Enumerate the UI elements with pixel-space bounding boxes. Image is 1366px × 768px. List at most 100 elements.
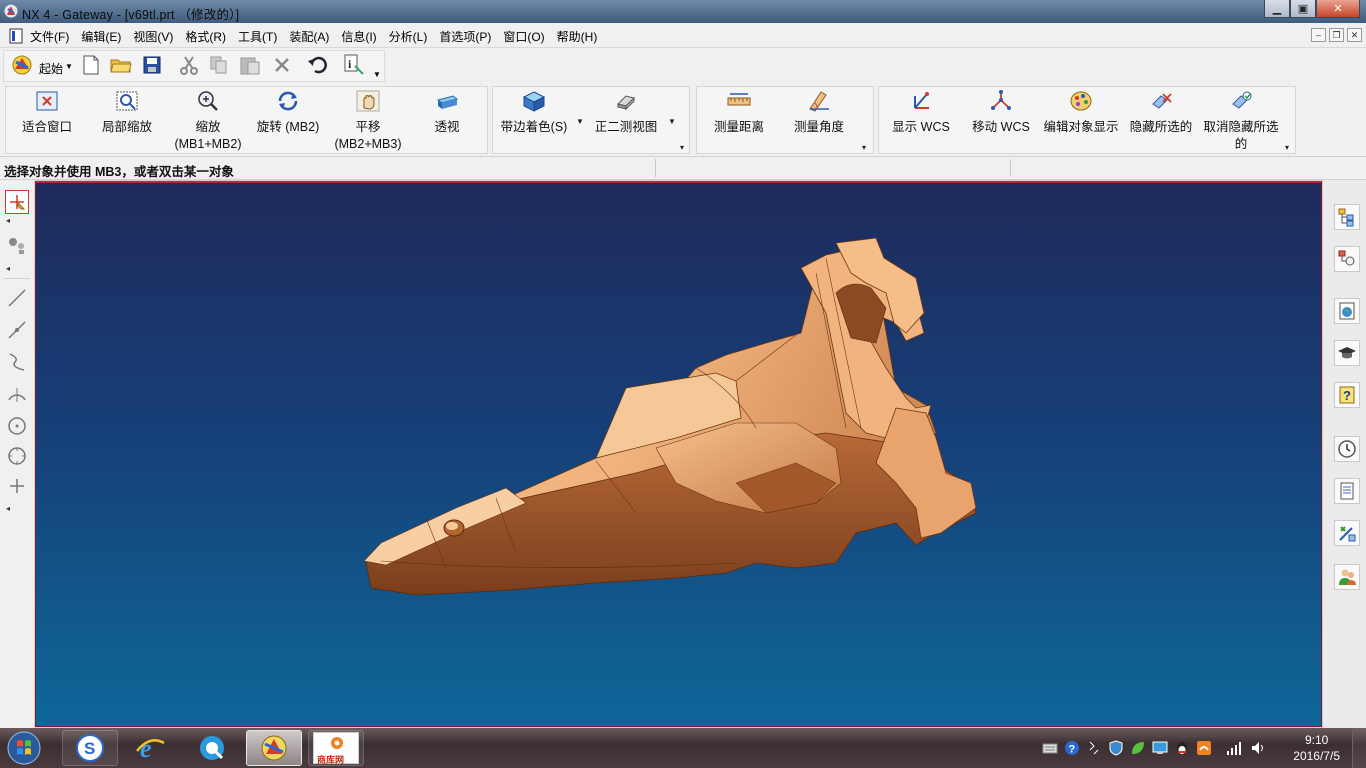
close-button[interactable]: ✕ (1316, 0, 1360, 18)
help-tray-icon[interactable]: ? (1064, 740, 1080, 756)
start-button[interactable]: 起始 (39, 60, 63, 77)
maximize-button[interactable]: ▣ (1290, 0, 1316, 18)
copy-icon[interactable] (207, 54, 231, 76)
roles-edit-icon[interactable] (1334, 520, 1360, 546)
new-icon[interactable] (79, 54, 103, 76)
menu-assemblies[interactable]: 装配(A) (289, 28, 329, 45)
line-by-points-icon[interactable] (5, 318, 29, 342)
circle-icon[interactable] (5, 414, 29, 438)
fit-label: 适合窗口 (21, 120, 72, 134)
delete-icon[interactable] (270, 54, 294, 76)
snap-point-icon[interactable] (5, 234, 29, 258)
view-orientation-dropdown-icon[interactable]: ▼ (668, 117, 676, 126)
snap-dropdown-icon[interactable]: ◂ (6, 264, 10, 273)
menu-format[interactable]: 格式(R) (185, 28, 226, 45)
menu-view[interactable]: 视图(V) (133, 28, 173, 45)
show-desktop-button[interactable] (1352, 728, 1366, 768)
line-icon[interactable] (5, 286, 29, 310)
unhide-button[interactable]: 取消隐藏所选的 (1202, 84, 1280, 152)
leaf-icon[interactable] (1130, 740, 1146, 756)
curve-dropdown-icon[interactable]: ◂ (6, 504, 10, 513)
menu-file[interactable]: 文件(F) (30, 28, 69, 45)
menu-tools[interactable]: 工具(T) (238, 28, 277, 45)
display-icon[interactable] (1152, 740, 1168, 756)
menu-preferences[interactable]: 首选项(P) (439, 28, 491, 45)
measure-angle-button[interactable]: 测量角度 (786, 84, 852, 152)
spline-icon[interactable] (5, 350, 29, 374)
keyboard-icon[interactable] (1042, 740, 1058, 756)
hide-button[interactable]: 隐藏所选的 (1128, 84, 1194, 152)
roles-icon[interactable] (1334, 564, 1360, 590)
menu-edit[interactable]: 编辑(E) (81, 28, 121, 45)
analysis-toolbar-options-icon[interactable]: ▾ (862, 143, 866, 152)
select-dropdown-icon[interactable]: ◂ (6, 216, 10, 225)
document-icon[interactable] (9, 28, 23, 44)
menu-help[interactable]: 帮助(H) (557, 28, 598, 45)
system-tray: ? 9:10 2016/7/5 (1040, 728, 1366, 768)
bucket-tooth-model[interactable] (36, 183, 1323, 729)
show-wcs-button[interactable]: 显示 WCS (888, 84, 954, 152)
qq-icon[interactable] (1174, 740, 1190, 756)
menu-information[interactable]: 信息(I) (341, 28, 376, 45)
ie-taskbar-button[interactable]: e (122, 730, 178, 766)
paste-icon[interactable] (238, 54, 262, 76)
nx-taskbar-button[interactable] (246, 730, 302, 766)
select-filter-icon[interactable] (5, 190, 29, 214)
graphics-window[interactable] (35, 181, 1322, 727)
pan-button[interactable]: 平移 (MB2+MB3) (330, 84, 406, 152)
menu-window[interactable]: 窗口(O) (503, 28, 544, 45)
doc-minimize-button[interactable]: – (1311, 28, 1326, 42)
signal-icon[interactable] (1226, 740, 1242, 756)
save-icon[interactable] (140, 54, 164, 76)
nx-app-icon[interactable] (3, 3, 19, 19)
start-icon[interactable] (10, 54, 34, 76)
minimize-button[interactable]: ▁ (1264, 0, 1290, 18)
start-dropdown-icon[interactable]: ▼ (65, 62, 73, 71)
volume-icon[interactable] (1250, 740, 1266, 756)
zoom-button[interactable]: 缩放 (MB1+MB2) (170, 84, 246, 152)
doc-close-button[interactable]: ✕ (1347, 28, 1362, 42)
training-icon[interactable] (1334, 340, 1360, 366)
fit-button[interactable]: 适合窗口 (16, 84, 78, 152)
info-icon[interactable]: i (342, 54, 366, 76)
web-browser-icon[interactable] (1334, 298, 1360, 324)
cut-icon[interactable] (177, 54, 201, 76)
shangku-taskbar-button[interactable]: 商库网 (308, 730, 364, 766)
clock-time: 9:10 (1304, 733, 1329, 747)
model-body[interactable] (363, 237, 977, 596)
zoom-icon (198, 91, 218, 111)
undo-icon[interactable] (306, 54, 330, 76)
point-icon[interactable] (5, 474, 29, 498)
info-dropdown-icon[interactable]: ▼ (373, 70, 381, 79)
zoom-region-button[interactable]: 局部缩放 (96, 84, 158, 152)
circle-3pt-icon[interactable] (5, 444, 29, 468)
measure-distance-button[interactable]: 测量距离 (706, 84, 772, 152)
render-style-dropdown-icon[interactable]: ▼ (576, 117, 584, 126)
measure-distance-icon (727, 93, 751, 106)
perspective-button[interactable]: 透视 (420, 84, 474, 152)
part-navigator-icon[interactable] (1334, 246, 1360, 272)
shaded-edges-button[interactable]: 带边着色(S) (500, 84, 568, 152)
rotate-button[interactable]: 旋转 (MB2) (253, 84, 323, 152)
history-icon[interactable] (1334, 436, 1360, 462)
browser-taskbar-button[interactable] (184, 730, 240, 766)
utility-toolbar-options-icon[interactable]: ▾ (1285, 143, 1289, 152)
edit-display-button[interactable]: 编辑对象显示 (1042, 84, 1120, 152)
system-materials-icon[interactable] (1334, 478, 1360, 504)
start-orb[interactable] (4, 729, 44, 767)
measure-angle-icon (809, 91, 829, 112)
help-icon[interactable]: ? (1334, 382, 1360, 408)
view-toolbar-options-icon[interactable]: ▾ (680, 143, 684, 152)
assembly-navigator-icon[interactable] (1334, 204, 1360, 230)
menu-analysis[interactable]: 分析(L) (389, 28, 428, 45)
open-icon[interactable] (109, 54, 133, 76)
arc-icon[interactable] (5, 382, 29, 406)
app-tray-icon[interactable] (1196, 740, 1212, 756)
clock[interactable]: 9:10 2016/7/5 (1293, 732, 1340, 764)
network-status-icon[interactable] (1086, 740, 1102, 756)
sogou-taskbar-button[interactable]: S (62, 730, 118, 766)
dimetric-button[interactable]: 正二测视图 (592, 84, 660, 152)
security-shield-icon[interactable] (1108, 740, 1124, 756)
move-wcs-button[interactable]: 移动 WCS (968, 84, 1034, 152)
doc-restore-button[interactable]: ❐ (1329, 28, 1344, 42)
